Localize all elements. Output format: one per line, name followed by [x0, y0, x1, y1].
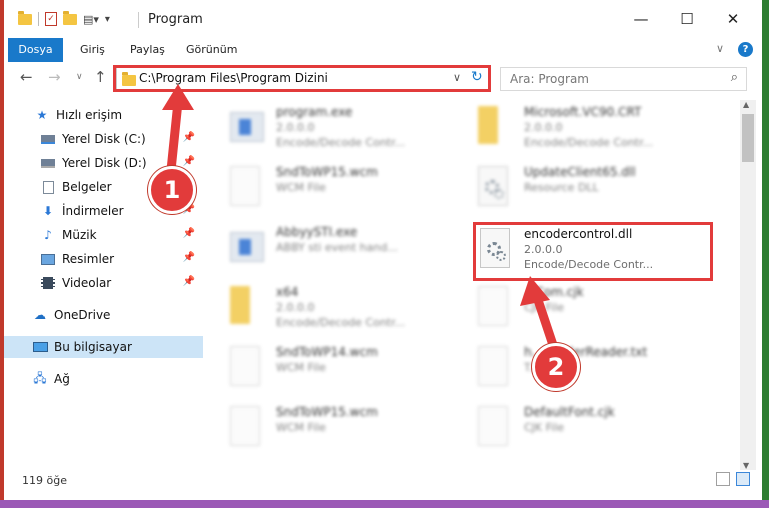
explorer-window: ✓ ▤▾ ▾ Program — ☐ ✕ Dosya Giriş Paylaş …	[0, 0, 769, 508]
desktop-edge-bottom	[0, 500, 769, 508]
annotation-arrows	[162, 84, 559, 353]
desktop-edge-left	[0, 0, 4, 508]
step-badge-1: 1	[148, 166, 196, 214]
arrow-2-head	[520, 276, 550, 306]
step-badge-2: 2	[532, 343, 580, 391]
arrow-1-head	[162, 84, 194, 110]
desktop-edge-right	[762, 0, 769, 508]
